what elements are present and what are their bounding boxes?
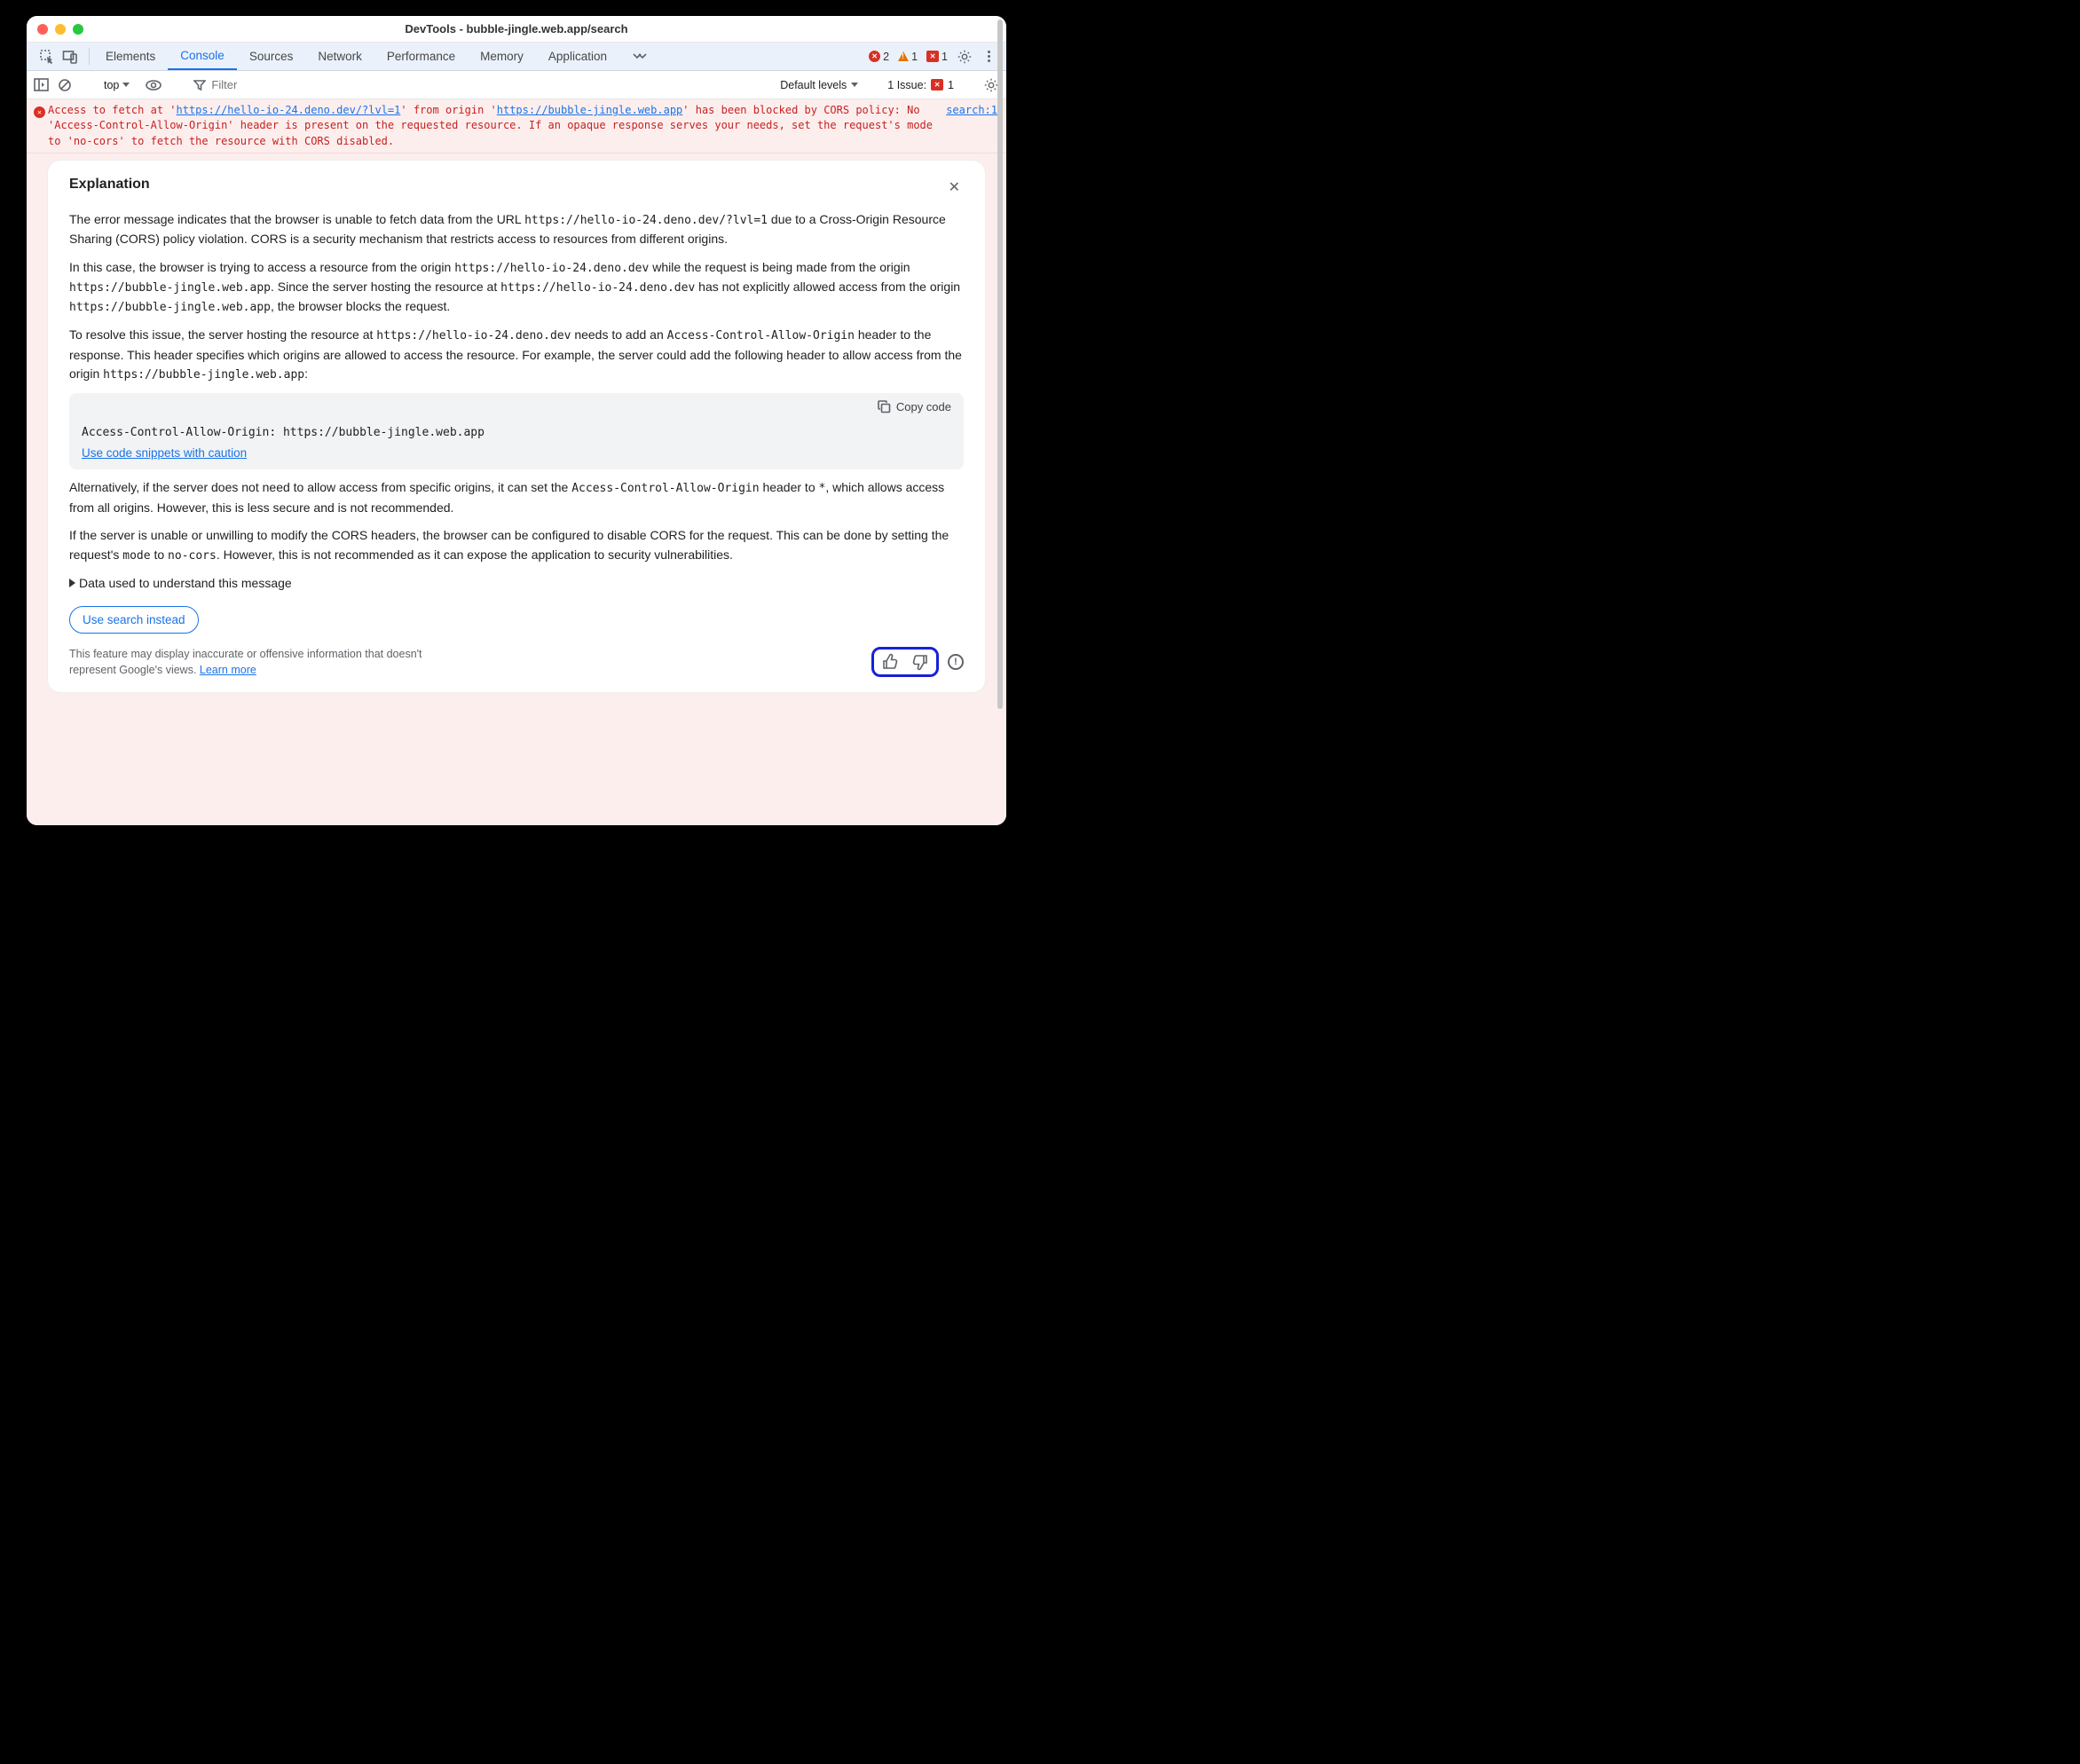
tab-elements[interactable]: Elements (93, 43, 168, 70)
devtools-window: DevTools - bubble-jingle.web.app/search … (27, 16, 1006, 825)
clear-console-icon[interactable] (58, 78, 72, 92)
warning-count-value: 1 (911, 51, 918, 63)
close-window-button[interactable] (37, 24, 48, 35)
console-body: Access to fetch at 'https://hello-io-24.… (27, 99, 1006, 825)
details-toggle[interactable]: Data used to understand this message (69, 576, 964, 590)
context-selector[interactable]: top (98, 76, 136, 94)
log-levels-dropdown[interactable]: Default levels (780, 79, 858, 91)
filter-input[interactable] (211, 78, 273, 91)
minimize-window-button[interactable] (55, 24, 66, 35)
scrollbar-thumb[interactable] (997, 20, 1003, 709)
more-menu-icon[interactable] (981, 51, 996, 62)
explanation-p4: Alternatively, if the server does not ne… (69, 478, 964, 517)
issue-badge-icon (926, 51, 939, 62)
explanation-p2: In this case, the browser is trying to a… (69, 258, 964, 317)
filter-icon (193, 79, 206, 91)
context-label: top (104, 79, 119, 91)
code-content: Access-Control-Allow-Origin: https://bub… (82, 426, 951, 439)
zoom-window-button[interactable] (73, 24, 83, 35)
live-expression-icon[interactable] (145, 79, 162, 91)
console-error-message[interactable]: Access to fetch at 'https://hello-io-24.… (27, 99, 1006, 154)
learn-more-link[interactable]: Learn more (200, 664, 256, 676)
tab-network[interactable]: Network (305, 43, 374, 70)
error-text: Access to fetch at 'https://hello-io-24.… (48, 103, 946, 149)
tab-memory[interactable]: Memory (468, 43, 536, 70)
thumbs-up-icon[interactable] (881, 653, 899, 671)
tab-application[interactable]: Application (536, 43, 619, 70)
tab-console[interactable]: Console (168, 43, 237, 70)
error-icon (869, 51, 880, 62)
error-link-2[interactable]: https://bubble-jingle.web.app (497, 104, 683, 116)
scrollbar[interactable] (996, 20, 1005, 822)
thumbs-down-icon[interactable] (911, 653, 929, 671)
inspect-icon[interactable] (39, 49, 55, 65)
explanation-p1: The error message indicates that the bro… (69, 210, 964, 249)
error-link-1[interactable]: https://hello-io-24.deno.dev/?lvl=1 (177, 104, 401, 116)
titlebar: DevTools - bubble-jingle.web.app/search (27, 16, 1006, 43)
filter-box[interactable] (188, 78, 279, 91)
chevron-down-icon (851, 83, 858, 87)
issues-indicator[interactable]: 1 Issue: 1 (887, 79, 954, 91)
details-label: Data used to understand this message (79, 576, 292, 590)
console-toolbar: top Default levels 1 Issue: 1 (27, 71, 1006, 99)
triangle-right-icon (69, 579, 75, 587)
error-source-link[interactable]: search:1 (946, 103, 997, 149)
tab-sources[interactable]: Sources (237, 43, 306, 70)
issue-badge-value: 1 (942, 51, 948, 63)
explanation-card: Explanation ✕ The error message indicate… (48, 161, 985, 692)
divider (89, 48, 90, 65)
caution-link[interactable]: Use code snippets with caution (82, 446, 247, 460)
explanation-title: Explanation (69, 177, 150, 193)
levels-label: Default levels (780, 79, 847, 91)
disclaimer-text: This feature may display inaccurate or o… (69, 646, 451, 678)
copy-icon[interactable] (878, 400, 891, 413)
copy-code-button[interactable]: Copy code (896, 400, 951, 413)
issues-label: 1 Issue: (887, 79, 926, 91)
feedback-buttons-highlight (871, 647, 939, 677)
warning-icon (898, 51, 909, 61)
explanation-p3: To resolve this issue, the server hostin… (69, 326, 964, 384)
issue-badge[interactable]: 1 (926, 51, 948, 63)
report-icon[interactable]: ! (948, 654, 964, 670)
error-icon (34, 106, 45, 118)
tab-strip: Elements Console Sources Network Perform… (93, 43, 660, 70)
device-toolbar-icon[interactable] (62, 49, 78, 65)
settings-icon[interactable] (957, 49, 973, 65)
issues-count: 1 (948, 79, 954, 91)
issue-badge-icon (931, 79, 943, 91)
close-icon[interactable]: ✕ (945, 177, 964, 198)
chevron-down-icon (122, 83, 130, 87)
code-block: Copy code Access-Control-Allow-Origin: h… (69, 393, 964, 469)
tab-performance[interactable]: Performance (374, 43, 468, 70)
error-count-value: 2 (883, 51, 889, 63)
error-count[interactable]: 2 (869, 51, 889, 63)
explanation-p5: If the server is unable or unwilling to … (69, 526, 964, 565)
traffic-lights (27, 24, 83, 35)
window-title: DevTools - bubble-jingle.web.app/search (27, 22, 1006, 35)
warning-count[interactable]: 1 (898, 51, 918, 63)
tabs-overflow-icon[interactable] (619, 43, 660, 70)
main-tabbar: Elements Console Sources Network Perform… (27, 43, 1006, 71)
use-search-button[interactable]: Use search instead (69, 606, 199, 634)
toggle-sidebar-icon[interactable] (34, 78, 49, 91)
